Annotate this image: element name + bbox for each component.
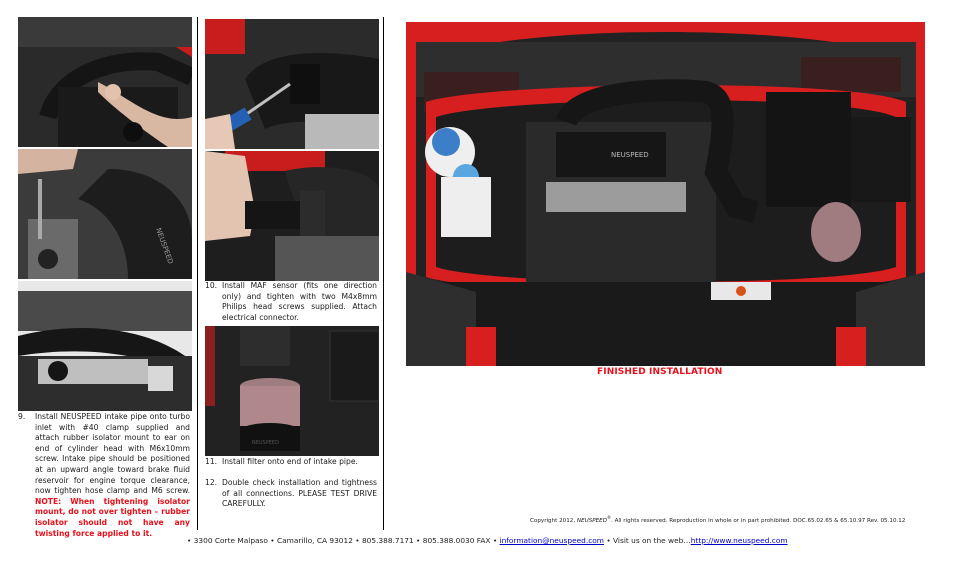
photo-finished-installation: NEUSPEED [406,22,925,366]
step-number: 11. [205,457,218,466]
photo-step9-intake-routed [18,281,192,411]
finished-installation-caption: FINISHED INSTALLATION [597,367,723,377]
step-text: Install MAF sensor (fits one direction o… [222,281,377,322]
photo-step9-intake-pipe-neuspeed: NEUSPEED [18,149,192,279]
photo-step10-connector [205,151,379,281]
step-number: 10. [205,281,218,290]
svg-text:NEUSPEED: NEUSPEED [252,440,279,446]
footer-contact: • 3300 Corte Malpaso • Camarillo, CA 930… [187,536,788,545]
step-text: Install NEUSPEED intake pipe onto turbo … [35,412,190,496]
step-10: 10. Install MAF sensor (fits one directi… [205,281,377,323]
step-text: Install filter onto end of intake pipe. [222,457,358,466]
photo-step11-filter: NEUSPEED [205,326,379,456]
footer-address: • 3300 Corte Malpaso • Camarillo, CA 930… [187,536,500,545]
column-divider-left [197,17,198,530]
email-link[interactable]: information@neuspeed.com [500,536,604,545]
svg-text:NEUSPEED: NEUSPEED [611,151,649,159]
step-number: 9. [18,412,26,421]
copyright-notice: Copyright 2012, NEUSPEED®. All rights re… [530,515,906,524]
brand-name: NEUSPEED [576,517,608,524]
column-divider-right [383,17,384,530]
footer-visit-text: • Visit us on the web… [603,536,691,545]
step-12: 12. Double check installation and tightn… [205,478,377,510]
step-text: Double check installation and tightness … [222,478,377,509]
photo-step9-hands-on-pipe [18,17,192,147]
step-9: 9. Install NEUSPEED intake pipe onto tur… [18,412,190,539]
step-11: 11. Install filter onto end of intake pi… [205,457,377,468]
website-link[interactable]: http://www.neuspeed.com [691,536,788,545]
step-number: 12. [205,478,218,487]
step-note: NOTE: When tightening isolator mount, do… [35,496,190,538]
photo-step10-screwdriver [205,19,379,149]
